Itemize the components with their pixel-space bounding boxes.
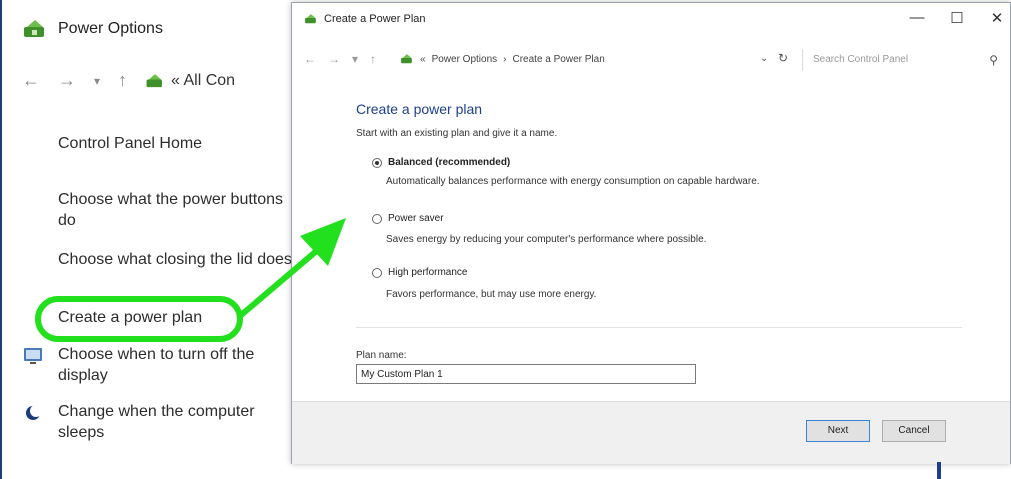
control-panel-icon	[401, 54, 412, 64]
page-subtitle: Start with an existing plan and give it …	[356, 128, 558, 139]
link-computer-sleeps[interactable]: Change when the computer sleeps	[58, 401, 293, 443]
option-label: Power saver	[388, 213, 444, 224]
option-label: High performance	[388, 267, 468, 278]
divider	[356, 327, 962, 328]
search-icon[interactable]: ⚲	[989, 53, 998, 67]
link-turn-off-display[interactable]: Choose when to turn off the display	[58, 344, 293, 386]
window-title-text: Power Options	[58, 20, 163, 37]
breadcrumb-text: « All Con	[171, 71, 236, 89]
option-description: Automatically balances performance with …	[386, 176, 760, 187]
control-panel-icon	[146, 73, 162, 87]
breadcrumb-current[interactable]: Create a Power Plan	[513, 54, 605, 65]
breadcrumb[interactable]: « All Con	[145, 72, 235, 90]
display-icon	[24, 348, 42, 364]
maximize-icon[interactable]: ☐	[942, 9, 972, 27]
power-options-icon	[24, 20, 44, 37]
breadcrumb[interactable]: « Power Options › Create a Power Plan	[400, 53, 605, 65]
forward-arrow-icon[interactable]: →	[58, 70, 76, 91]
cancel-button[interactable]: Cancel	[882, 420, 946, 442]
navigation-bar: ← → ▾ ↑ « All Con	[22, 70, 235, 91]
page-title: Create a power plan	[356, 101, 483, 117]
link-power-buttons[interactable]: Choose what the power buttons do	[58, 189, 293, 231]
plan-name-label: Plan name:	[356, 350, 407, 361]
history-chevron-icon[interactable]: ▾	[94, 74, 100, 88]
link-control-panel-home[interactable]: Control Panel Home	[58, 133, 293, 154]
up-arrow-icon[interactable]: ↑	[118, 70, 127, 91]
radio-power-saver[interactable]	[372, 213, 382, 224]
search-input[interactable]: Search Control Panel ⚲	[802, 49, 1002, 71]
back-arrow-icon[interactable]: ←	[22, 70, 40, 91]
back-arrow-icon[interactable]: ←	[304, 52, 316, 66]
next-button[interactable]: Next	[806, 420, 870, 442]
refresh-icon[interactable]: ↻	[778, 51, 788, 65]
create-power-plan-dialog: Create a Power Plan — ☐ ✕ ← → ▾ ↑ « Powe…	[291, 2, 1011, 464]
history-chevron-icon[interactable]: ▾	[352, 52, 358, 66]
chevron-right-icon: ›	[503, 53, 507, 65]
minimize-icon[interactable]: —	[902, 9, 932, 26]
highlight-oval	[35, 296, 243, 342]
power-options-icon	[305, 14, 316, 24]
window-title: Power Options	[22, 18, 163, 40]
dialog-title: Create a Power Plan	[304, 13, 426, 25]
close-icon[interactable]: ✕	[982, 9, 1011, 27]
option-balanced[interactable]: Balanced (recommended)	[372, 157, 510, 168]
radio-balanced[interactable]	[372, 157, 382, 168]
window-edge	[937, 462, 941, 479]
dialog-footer: Next Cancel	[292, 401, 1010, 464]
address-bar: ← → ▾ ↑ « Power Options › Create a Power…	[292, 47, 1010, 75]
forward-arrow-icon[interactable]: →	[328, 52, 340, 66]
radio-high-performance[interactable]	[372, 267, 382, 278]
option-description: Favors performance, but may use more ene…	[386, 289, 597, 300]
address-nav: ← → ▾ ↑	[304, 52, 376, 66]
up-arrow-icon[interactable]: ↑	[370, 52, 376, 66]
option-label: Balanced (recommended)	[388, 157, 511, 168]
address-dropdown-icon[interactable]: ⌄	[760, 53, 768, 64]
search-placeholder: Search Control Panel	[813, 54, 909, 65]
plan-name-field[interactable]	[356, 364, 696, 384]
option-power-saver[interactable]: Power saver	[372, 213, 444, 224]
option-high-performance[interactable]: High performance	[372, 267, 467, 278]
dialog-body: Create a power plan Start with an existi…	[292, 77, 1010, 407]
link-closing-lid[interactable]: Choose what closing the lid does	[58, 249, 293, 270]
dialog-titlebar: Create a Power Plan — ☐ ✕	[292, 3, 1010, 37]
breadcrumb-power-options[interactable]: Power Options	[432, 54, 498, 65]
sleep-moon-icon	[26, 405, 42, 420]
power-options-window: Power Options ← → ▾ ↑ « All Con Control …	[0, 0, 300, 479]
breadcrumb-separator: «	[420, 53, 426, 65]
option-description: Saves energy by reducing your computer's…	[386, 234, 707, 245]
dialog-title-text: Create a Power Plan	[324, 13, 426, 25]
